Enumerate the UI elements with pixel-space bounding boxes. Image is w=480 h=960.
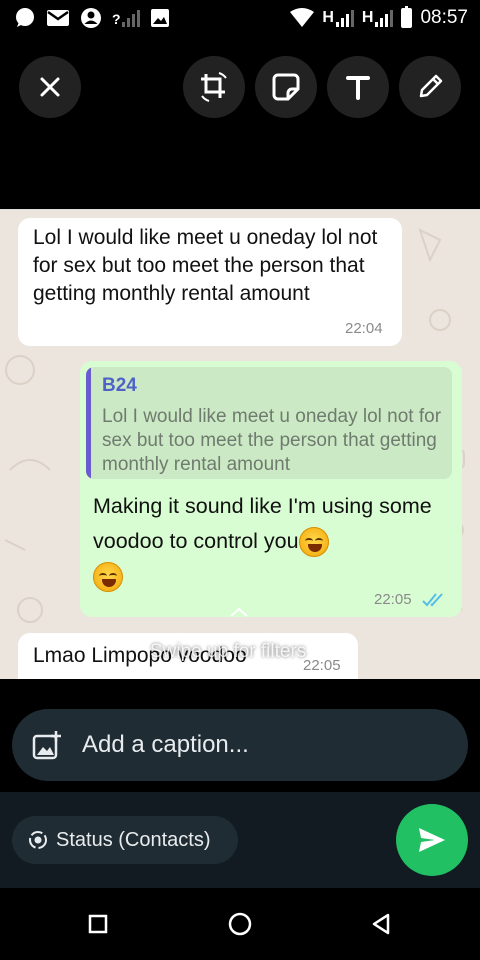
home-icon	[228, 912, 252, 936]
double-check-icon	[422, 593, 443, 607]
status-audience-button[interactable]: Status (Contacts)	[12, 816, 238, 864]
rolling-on-floor-laughing-icon	[298, 527, 329, 558]
swipe-hint: Swipe up for filters	[150, 641, 307, 662]
clock: 08:57	[420, 7, 468, 28]
close-icon	[40, 77, 60, 97]
add-image-icon[interactable]	[32, 730, 62, 760]
crop-rotate-button[interactable]	[183, 56, 245, 118]
text-tool-button[interactable]	[327, 56, 389, 118]
recents-button[interactable]	[80, 906, 116, 942]
network-type-label: H	[361, 9, 374, 26]
caption-input[interactable]: Add a caption...	[12, 709, 468, 781]
message-time: 22:05	[303, 657, 341, 674]
unknown-sim-label: ?	[112, 11, 121, 27]
sticker-icon	[272, 73, 300, 101]
signal-icon: H	[322, 9, 354, 27]
quote-accent-bar	[86, 367, 91, 479]
whatsapp-icon	[16, 8, 34, 27]
bottom-bar: Status (Contacts)	[0, 792, 480, 888]
gmail-icon	[47, 10, 69, 26]
send-icon	[419, 828, 445, 852]
sticker-button[interactable]	[255, 56, 317, 118]
incoming-message[interactable]: Lol I would like meet u oneday lol not f…	[18, 218, 402, 346]
draw-button[interactable]	[399, 56, 461, 118]
home-button[interactable]	[222, 906, 258, 942]
quote-text: Lol I would like meet u oneday lol not f…	[102, 406, 442, 475]
close-button[interactable]	[19, 56, 81, 118]
message-text: Lol I would like meet u oneday lol not f…	[33, 226, 378, 305]
editor-toolbar	[0, 56, 480, 118]
signal-icon: H	[362, 9, 394, 27]
send-button[interactable]	[396, 804, 468, 876]
chevron-up-icon	[230, 607, 248, 617]
caption-placeholder: Add a caption...	[82, 731, 249, 758]
status-icon	[29, 831, 47, 849]
wifi-icon	[290, 8, 315, 27]
back-button[interactable]	[363, 906, 399, 942]
gallery-icon	[150, 9, 169, 27]
message-text: Making it sound like I'm using some vood…	[93, 494, 432, 553]
quoted-message[interactable]: B24 Lol I would like meet u oneday lol n…	[86, 367, 452, 479]
pencil-icon	[419, 74, 443, 98]
crop-rotate-icon	[201, 72, 227, 102]
network-type-label: H	[322, 9, 334, 26]
message-time: 22:04	[345, 320, 383, 337]
status-audience-label: Status (Contacts)	[56, 828, 211, 851]
message-time: 22:05	[374, 591, 412, 608]
account-icon	[81, 8, 101, 28]
image-preview[interactable]: Lol I would like meet u oneday lol not f…	[0, 209, 480, 679]
back-icon	[372, 913, 390, 935]
battery-icon	[401, 6, 413, 28]
status-bar: ? H H 08:57	[0, 0, 480, 36]
message-body: Making it sound like I'm using some vood…	[93, 489, 438, 594]
outgoing-message[interactable]: B24 Lol I would like meet u oneday lol n…	[80, 361, 462, 617]
recents-icon	[88, 914, 108, 934]
quote-author: B24	[102, 375, 137, 396]
no-signal-icon: ?	[112, 9, 140, 27]
rolling-on-floor-laughing-icon	[93, 562, 123, 593]
system-nav-bar	[0, 888, 480, 960]
text-icon	[346, 76, 370, 100]
